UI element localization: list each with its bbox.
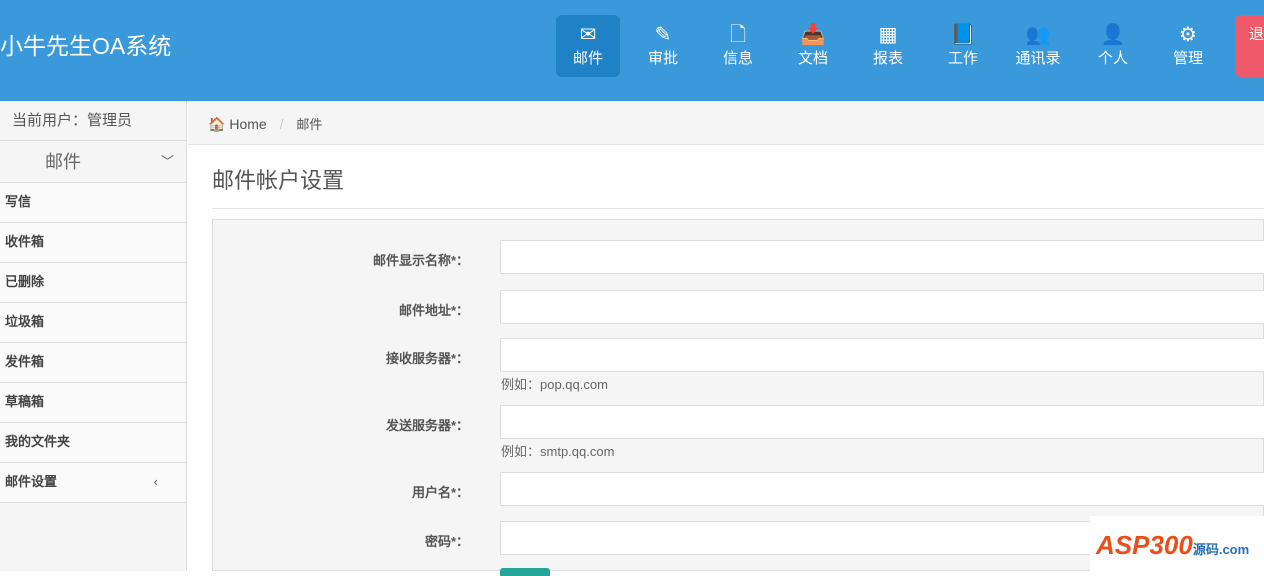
- field-label: 发送服务器*：: [385, 418, 469, 433]
- users-icon: 👥: [1025, 24, 1051, 46]
- nav-label: 通讯录: [1015, 50, 1061, 67]
- sidebar-item[interactable]: 我的文件夹: [0, 423, 186, 463]
- nav-label: 信息: [722, 50, 753, 67]
- sidebar-item[interactable]: 发件箱: [0, 343, 186, 383]
- field-label: 邮件地址*：: [398, 303, 469, 318]
- field-label: 接收服务器*：: [385, 351, 469, 366]
- nav-item[interactable]: 🗋 信息: [706, 15, 770, 77]
- breadcrumb-current: 邮件: [296, 117, 323, 132]
- chevron-down-icon: ﹀: [160, 154, 174, 169]
- chevron-left-icon: ‹: [153, 474, 158, 489]
- field-input[interactable]: [500, 472, 1264, 506]
- pencil-icon: ✎: [654, 24, 672, 46]
- nav-label: 个人: [1097, 50, 1128, 67]
- field-label: 邮件显示名称*：: [372, 253, 469, 268]
- logout-button[interactable]: 退: [1235, 15, 1264, 77]
- sidebar: 当前用户：管理员 邮件 ﹀ 写信收件箱已删除垃圾箱发件箱草稿箱我的文件夹邮件设置 ‹: [0, 101, 187, 571]
- sidebar-item[interactable]: 已删除: [0, 263, 186, 303]
- breadcrumb-separator: /: [279, 116, 284, 132]
- sidebar-item-label: 发件箱: [5, 354, 45, 369]
- logout-label: 退: [1249, 26, 1264, 43]
- divider: [212, 208, 1264, 209]
- nav-item[interactable]: ✉ 邮件: [556, 15, 620, 77]
- field-label: 密码*：: [424, 534, 469, 549]
- save-button[interactable]: [500, 568, 550, 576]
- nav-label: 邮件: [572, 50, 603, 67]
- table-icon: ▦: [878, 24, 898, 46]
- field-input[interactable]: [500, 240, 1264, 274]
- nav-label: 报表: [872, 50, 903, 67]
- user-icon: 👤: [1100, 24, 1126, 46]
- field-input[interactable]: [500, 338, 1264, 372]
- app-brand: 小牛先生OA系统: [0, 33, 172, 59]
- nav-label: 审批: [647, 50, 678, 67]
- field-help: 例如：smtp.qq.com: [501, 444, 615, 459]
- sidebar-item-label: 邮件设置: [5, 474, 58, 489]
- nav-item[interactable]: 📥 文档: [781, 15, 845, 77]
- sidebar-item-label: 写信: [5, 194, 32, 209]
- file-icon: 🗋: [729, 24, 747, 46]
- page-title: 邮件帐户设置: [212, 168, 345, 193]
- nav-item[interactable]: ▦ 报表: [856, 15, 920, 77]
- field-input[interactable]: [500, 405, 1264, 439]
- field-input[interactable]: [500, 290, 1264, 324]
- sidebar-item[interactable]: 写信: [0, 183, 186, 223]
- sidebar-item[interactable]: 邮件设置 ‹: [0, 463, 186, 503]
- inbox-icon: 📥: [800, 24, 826, 46]
- nav-label: 管理: [1172, 50, 1203, 67]
- sidebar-item[interactable]: 草稿箱: [0, 383, 186, 423]
- breadcrumb-home[interactable]: Home: [229, 116, 266, 132]
- sidebar-item[interactable]: 收件箱: [0, 223, 186, 263]
- nav-item[interactable]: 👤 个人: [1081, 15, 1145, 77]
- envelope-icon: ✉: [579, 24, 597, 46]
- nav-label: 工作: [947, 50, 978, 67]
- nav-item[interactable]: 👥 通讯录: [1006, 15, 1070, 77]
- sidebar-item[interactable]: 垃圾箱: [0, 303, 186, 343]
- breadcrumb: 🏠 Home / 邮件: [188, 101, 1264, 145]
- top-header: 小牛先生OA系统 ✉ 邮件 ✎ 审批 🗋 信息 📥 文档 ▦ 报表 📘 工作 👥 通讯录 👤 个人 ⚙ 管理 退: [0, 0, 1264, 101]
- gears-icon: ⚙: [1179, 24, 1197, 46]
- nav-item[interactable]: ⚙ 管理: [1156, 15, 1220, 77]
- sidebar-item-label: 草稿箱: [5, 394, 45, 409]
- field-help: 例如：pop.qq.com: [501, 377, 608, 392]
- group-label: 邮件: [45, 152, 81, 172]
- home-icon: 🏠: [208, 116, 226, 132]
- nav-label: 文档: [797, 50, 828, 67]
- sidebar-item-label: 收件箱: [5, 234, 45, 249]
- sidebar-group-mail[interactable]: 邮件 ﹀: [0, 141, 186, 183]
- sidebar-item-label: 已删除: [5, 274, 45, 289]
- book-icon: 📘: [950, 24, 976, 46]
- current-user: 当前用户：管理员: [0, 101, 186, 141]
- nav-item[interactable]: ✎ 审批: [631, 15, 695, 77]
- sidebar-item-label: 我的文件夹: [5, 434, 71, 449]
- watermark-logo: ASP300源码.com: [1090, 516, 1264, 571]
- main-nav: ✉ 邮件 ✎ 审批 🗋 信息 📥 文档 ▦ 报表 📘 工作 👥 通讯录 👤 个人 ⚙ 管理: [556, 15, 1231, 77]
- sidebar-item-label: 垃圾箱: [5, 314, 45, 329]
- field-label: 用户名*：: [411, 485, 469, 500]
- nav-item[interactable]: 📘 工作: [931, 15, 995, 77]
